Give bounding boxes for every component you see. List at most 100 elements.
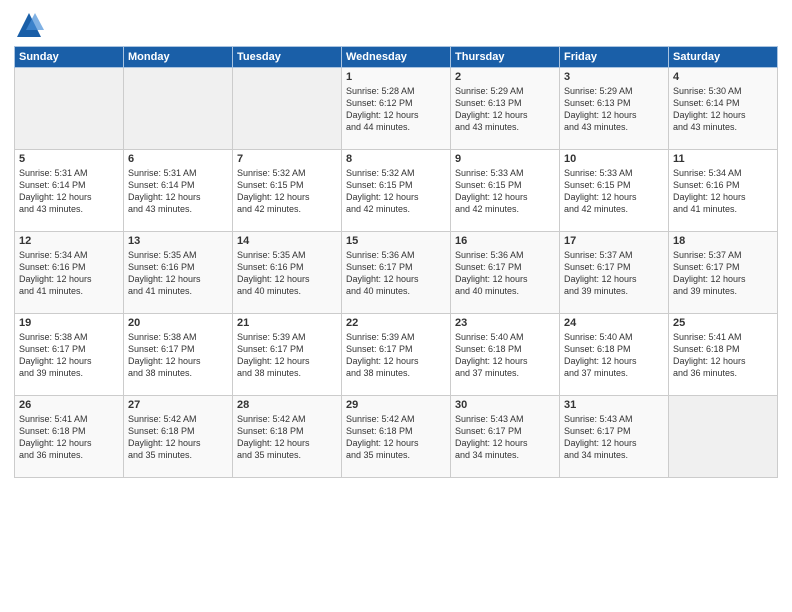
day-info: Sunrise: 5:38 AM Sunset: 6:17 PM Dayligh… <box>128 332 201 378</box>
day-info: Sunrise: 5:33 AM Sunset: 6:15 PM Dayligh… <box>564 168 637 214</box>
day-number: 1 <box>346 71 446 83</box>
day-info: Sunrise: 5:31 AM Sunset: 6:14 PM Dayligh… <box>128 168 201 214</box>
calendar-cell: 21 Sunrise: 5:39 AM Sunset: 6:17 PM Dayli… <box>233 314 342 396</box>
day-number: 15 <box>346 235 446 247</box>
day-info: Sunrise: 5:42 AM Sunset: 6:18 PM Dayligh… <box>346 414 419 460</box>
calendar-cell: 23Sunrise: 5:40 AM Sunset: 6:18 PM Dayli… <box>451 314 560 396</box>
calendar-cell <box>233 68 342 150</box>
calendar-cell <box>15 68 124 150</box>
calendar-cell: 28Sunrise: 5:42 AM Sunset: 6:18 PM Dayli… <box>233 396 342 478</box>
calendar-cell: 4 Sunrise: 5:30 AM Sunset: 6:14 PM Daylig… <box>669 68 778 150</box>
calendar-cell: 26Sunrise: 5:41 AM Sunset: 6:18 PM Dayli… <box>15 396 124 478</box>
day-info: Sunrise: 5:37 AM Sunset: 6:17 PM Dayligh… <box>564 250 637 296</box>
weekday-header-row: SundayMondayTuesdayWednesdayThursdayFrid… <box>15 47 778 68</box>
day-number: 18 <box>673 235 773 247</box>
calendar-table: SundayMondayTuesdayWednesdayThursdayFrid… <box>14 46 778 478</box>
day-number: 3 <box>564 71 664 83</box>
day-number: 17 <box>564 235 664 247</box>
day-info: Sunrise: 5:36 AM Sunset: 6:17 PM Dayligh… <box>346 250 419 296</box>
day-number: 30 <box>455 399 555 411</box>
calendar-cell: 13 Sunrise: 5:35 AM Sunset: 6:16 PM Dayli… <box>124 232 233 314</box>
day-number: 25 <box>673 317 773 329</box>
week-row-3: 12 Sunrise: 5:34 AM Sunset: 6:16 PM Dayli… <box>15 232 778 314</box>
weekday-header-friday: Friday <box>560 47 669 68</box>
day-info: Sunrise: 5:36 AM Sunset: 6:17 PM Dayligh… <box>455 250 528 296</box>
day-info: Sunrise: 5:43 AM Sunset: 6:17 PM Dayligh… <box>455 414 528 460</box>
day-info: Sunrise: 5:41 AM Sunset: 6:18 PM Dayligh… <box>19 414 92 460</box>
day-number: 28 <box>237 399 337 411</box>
week-row-1: 1 Sunrise: 5:28 AM Sunset: 6:12 PM Daylig… <box>15 68 778 150</box>
day-number: 13 <box>128 235 228 247</box>
calendar-cell: 29 Sunrise: 5:42 AM Sunset: 6:18 PM Dayli… <box>342 396 451 478</box>
logo-icon <box>14 10 44 40</box>
day-number: 21 <box>237 317 337 329</box>
calendar-cell: 22 Sunrise: 5:39 AM Sunset: 6:17 PM Dayli… <box>342 314 451 396</box>
calendar-cell: 18 Sunrise: 5:37 AM Sunset: 6:17 PM Dayli… <box>669 232 778 314</box>
day-number: 4 <box>673 71 773 83</box>
day-number: 8 <box>346 153 446 165</box>
calendar-cell <box>669 396 778 478</box>
day-info: Sunrise: 5:39 AM Sunset: 6:17 PM Dayligh… <box>237 332 310 378</box>
calendar-cell: 11 Sunrise: 5:34 AM Sunset: 6:16 PM Dayli… <box>669 150 778 232</box>
page-header <box>14 10 778 40</box>
day-info: Sunrise: 5:35 AM Sunset: 6:16 PM Dayligh… <box>128 250 201 296</box>
day-number: 27 <box>128 399 228 411</box>
calendar-cell: 8Sunrise: 5:32 AM Sunset: 6:15 PM Daylig… <box>342 150 451 232</box>
day-number: 7 <box>237 153 337 165</box>
day-info: Sunrise: 5:28 AM Sunset: 6:12 PM Dayligh… <box>346 86 419 132</box>
day-info: Sunrise: 5:32 AM Sunset: 6:15 PM Dayligh… <box>237 168 310 214</box>
calendar-cell: 25 Sunrise: 5:41 AM Sunset: 6:18 PM Dayli… <box>669 314 778 396</box>
day-number: 9 <box>455 153 555 165</box>
calendar-cell: 5Sunrise: 5:31 AM Sunset: 6:14 PM Daylig… <box>15 150 124 232</box>
day-number: 12 <box>19 235 119 247</box>
calendar-cell: 6Sunrise: 5:31 AM Sunset: 6:14 PM Daylig… <box>124 150 233 232</box>
day-number: 29 <box>346 399 446 411</box>
calendar-cell: 14 Sunrise: 5:35 AM Sunset: 6:16 PM Dayli… <box>233 232 342 314</box>
day-info: Sunrise: 5:31 AM Sunset: 6:14 PM Dayligh… <box>19 168 92 214</box>
calendar-cell: 1 Sunrise: 5:28 AM Sunset: 6:12 PM Daylig… <box>342 68 451 150</box>
day-number: 2 <box>455 71 555 83</box>
calendar-cell: 31Sunrise: 5:43 AM Sunset: 6:17 PM Dayli… <box>560 396 669 478</box>
day-info: Sunrise: 5:29 AM Sunset: 6:13 PM Dayligh… <box>455 86 528 132</box>
week-row-5: 26Sunrise: 5:41 AM Sunset: 6:18 PM Dayli… <box>15 396 778 478</box>
day-info: Sunrise: 5:33 AM Sunset: 6:15 PM Dayligh… <box>455 168 528 214</box>
calendar-cell: 20 Sunrise: 5:38 AM Sunset: 6:17 PM Dayli… <box>124 314 233 396</box>
weekday-header-tuesday: Tuesday <box>233 47 342 68</box>
day-number: 10 <box>564 153 664 165</box>
weekday-header-thursday: Thursday <box>451 47 560 68</box>
day-info: Sunrise: 5:40 AM Sunset: 6:18 PM Dayligh… <box>564 332 637 378</box>
week-row-4: 19 Sunrise: 5:38 AM Sunset: 6:17 PM Dayli… <box>15 314 778 396</box>
calendar-cell: 2 Sunrise: 5:29 AM Sunset: 6:13 PM Daylig… <box>451 68 560 150</box>
day-info: Sunrise: 5:37 AM Sunset: 6:17 PM Dayligh… <box>673 250 746 296</box>
day-number: 16 <box>455 235 555 247</box>
weekday-header-saturday: Saturday <box>669 47 778 68</box>
day-info: Sunrise: 5:41 AM Sunset: 6:18 PM Dayligh… <box>673 332 746 378</box>
day-number: 31 <box>564 399 664 411</box>
day-info: Sunrise: 5:29 AM Sunset: 6:13 PM Dayligh… <box>564 86 637 132</box>
weekday-header-monday: Monday <box>124 47 233 68</box>
calendar-page: SundayMondayTuesdayWednesdayThursdayFrid… <box>0 0 792 612</box>
calendar-cell: 9 Sunrise: 5:33 AM Sunset: 6:15 PM Daylig… <box>451 150 560 232</box>
day-info: Sunrise: 5:42 AM Sunset: 6:18 PM Dayligh… <box>128 414 201 460</box>
day-info: Sunrise: 5:39 AM Sunset: 6:17 PM Dayligh… <box>346 332 419 378</box>
day-info: Sunrise: 5:35 AM Sunset: 6:16 PM Dayligh… <box>237 250 310 296</box>
calendar-cell: 19Sunrise: 5:38 AM Sunset: 6:17 PM Dayli… <box>15 314 124 396</box>
calendar-cell <box>124 68 233 150</box>
week-row-2: 5Sunrise: 5:31 AM Sunset: 6:14 PM Daylig… <box>15 150 778 232</box>
day-info: Sunrise: 5:30 AM Sunset: 6:14 PM Dayligh… <box>673 86 746 132</box>
day-number: 23 <box>455 317 555 329</box>
calendar-cell: 17 Sunrise: 5:37 AM Sunset: 6:17 PM Dayli… <box>560 232 669 314</box>
day-number: 20 <box>128 317 228 329</box>
day-info: Sunrise: 5:34 AM Sunset: 6:16 PM Dayligh… <box>673 168 746 214</box>
calendar-cell: 7 Sunrise: 5:32 AM Sunset: 6:15 PM Daylig… <box>233 150 342 232</box>
calendar-cell: 24Sunrise: 5:40 AM Sunset: 6:18 PM Dayli… <box>560 314 669 396</box>
calendar-cell: 15 Sunrise: 5:36 AM Sunset: 6:17 PM Dayli… <box>342 232 451 314</box>
day-info: Sunrise: 5:34 AM Sunset: 6:16 PM Dayligh… <box>19 250 92 296</box>
day-number: 14 <box>237 235 337 247</box>
calendar-cell: 27 Sunrise: 5:42 AM Sunset: 6:18 PM Dayli… <box>124 396 233 478</box>
day-number: 11 <box>673 153 773 165</box>
day-number: 19 <box>19 317 119 329</box>
day-number: 22 <box>346 317 446 329</box>
calendar-cell: 3 Sunrise: 5:29 AM Sunset: 6:13 PM Daylig… <box>560 68 669 150</box>
weekday-header-wednesday: Wednesday <box>342 47 451 68</box>
